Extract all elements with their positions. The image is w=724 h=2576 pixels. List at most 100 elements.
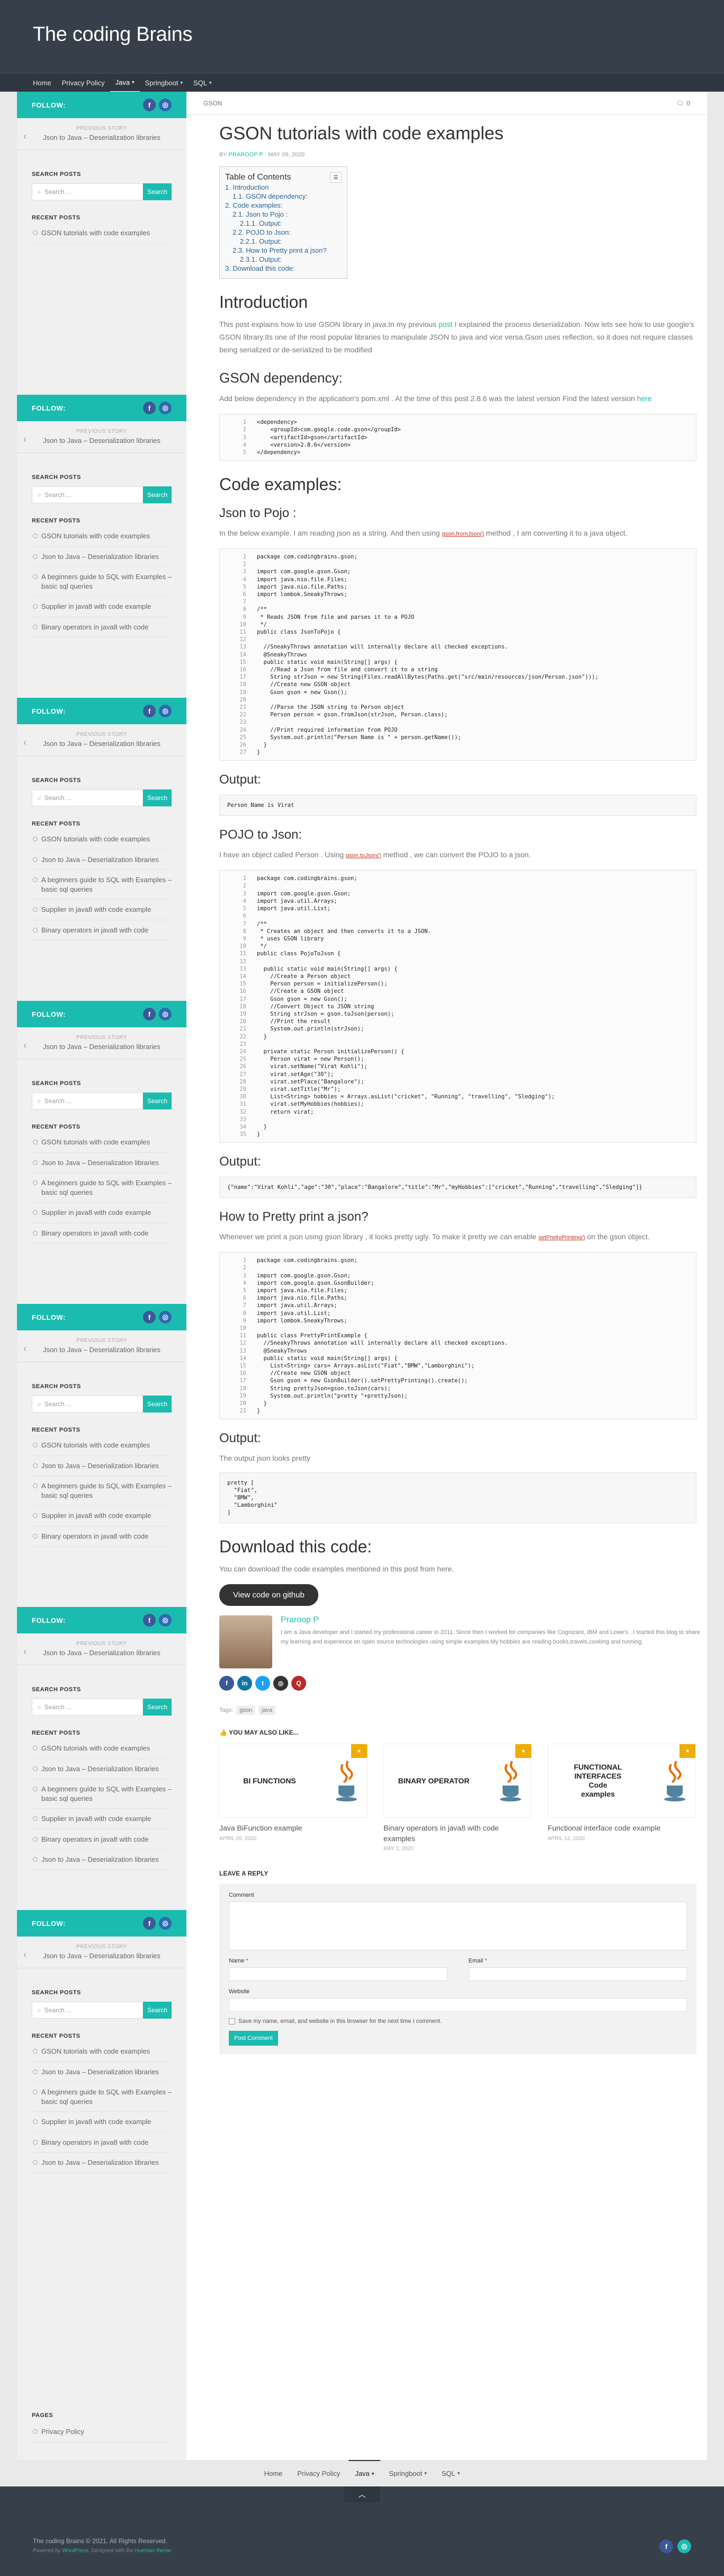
toc-item[interactable]: 2.1.1. Output: <box>225 219 342 228</box>
previous-story-title[interactable]: Json to Java – Deserialization libraries <box>38 1952 165 1960</box>
list-item[interactable]: Json to Java – Deserialization libraries <box>32 2153 172 2173</box>
list-item[interactable]: Binary operators in java8 with code <box>32 1223 172 1244</box>
list-item[interactable]: Binary operators in java8 with code <box>32 1526 172 1547</box>
nav-home[interactable]: Home <box>28 79 57 87</box>
search-input[interactable]: ⌕ Search ... <box>32 789 143 806</box>
list-item[interactable]: Binary operators in java8 with code <box>32 1829 172 1850</box>
github-icon[interactable]: ◎ <box>677 2539 691 2553</box>
site-title[interactable]: The coding Brains <box>33 23 192 46</box>
list-item[interactable]: A beginners guide to SQL with Examples –… <box>32 567 172 597</box>
name-field[interactable] <box>229 1967 448 1982</box>
save-info-checkbox[interactable] <box>229 2018 235 2025</box>
toc-item[interactable]: 2.3.1. Output: <box>225 255 342 264</box>
setprettyprinting-link[interactable]: setPrettyPrinting() <box>539 1234 585 1241</box>
search-button[interactable]: Search <box>143 2002 172 2019</box>
list-item[interactable]: Binary operators in java8 with code <box>32 2133 172 2153</box>
list-item[interactable]: A beginners guide to SQL with Examples –… <box>32 1173 172 1203</box>
related-title[interactable]: Functional interface code example <box>548 1823 696 1834</box>
previous-story-title[interactable]: Json to Java – Deserialization libraries <box>38 740 165 748</box>
list-item[interactable]: Supplier in java8 with code example <box>32 1506 172 1526</box>
toc-item[interactable]: 1.1. GSON dependency: <box>225 192 342 201</box>
previous-story[interactable]: ‹ PREVIOUS STORY Json to Java – Deserializ… <box>17 118 186 150</box>
hueman-theme-link[interactable]: Hueman theme <box>135 2548 171 2554</box>
toc-item[interactable]: 2.2.1. Output: <box>225 237 342 246</box>
toc-toggle-icon[interactable]: ☰ <box>330 172 342 183</box>
previous-story-title[interactable]: Json to Java – Deserialization libraries <box>38 1043 165 1051</box>
list-item[interactable]: Json to Java – Deserialization libraries <box>32 1759 172 1780</box>
view-on-github-button[interactable]: View code on github <box>219 1584 318 1606</box>
author-name-link[interactable]: Praroop P <box>281 1615 319 1624</box>
toc-item[interactable]: 2.1. Json to Pojo : <box>225 210 342 219</box>
facebook-icon[interactable]: f <box>143 1008 156 1020</box>
search-input[interactable]: ⌕ Search ... <box>32 1699 143 1716</box>
previous-story[interactable]: ‹ PREVIOUS STORY Json to Java – Deserializ… <box>17 421 186 453</box>
list-item[interactable]: Supplier in java8 with code example <box>32 1203 172 1223</box>
tag-link[interactable]: gson <box>236 1706 256 1716</box>
facebook-icon[interactable]: f <box>143 1917 156 1930</box>
footer-nav-privacy-policy[interactable]: Privacy Policy <box>291 2470 346 2477</box>
facebook-icon[interactable]: f <box>143 402 156 414</box>
toc-item[interactable]: 3. Download this code: <box>225 264 342 273</box>
search-input[interactable]: ⌕ Search ... <box>32 2002 143 2019</box>
footer-nav-home[interactable]: Home <box>258 2470 289 2477</box>
list-item[interactable]: Binary operators in java8 with code <box>32 617 172 638</box>
previous-story[interactable]: ‹ PREVIOUS STORY Json to Java – Deserializ… <box>17 1330 186 1362</box>
footer-nav-springboot[interactable]: Springboot ▾ <box>382 2470 433 2477</box>
related-thumbnail[interactable]: BINARY OPERATOR ★ <box>383 1744 532 1818</box>
list-item[interactable]: GSON tutorials with code examples <box>32 1435 172 1456</box>
previous-story-title[interactable]: Json to Java – Deserialization libraries <box>38 1346 165 1354</box>
github-icon[interactable]: ◎ <box>159 402 172 414</box>
toc-item[interactable]: 1. Introduction <box>225 183 342 192</box>
related-thumbnail[interactable]: BI FUNCTIONS ★ <box>219 1744 368 1818</box>
github-icon[interactable]: ◎ <box>159 1614 172 1627</box>
toc-item[interactable]: 2.3. How to Pretty print a json? <box>225 246 342 255</box>
wordpress-link[interactable]: WordPress <box>62 2548 88 2554</box>
latest-version-link[interactable]: here <box>637 394 652 403</box>
list-item[interactable]: Json to Java – Deserialization libraries <box>32 2062 172 2083</box>
nav-sql[interactable]: SQL ▾ <box>188 79 217 87</box>
toc-item[interactable]: 2.2. POJO to Json: <box>225 228 342 237</box>
facebook-icon[interactable]: f <box>659 2539 673 2553</box>
list-item[interactable]: A beginners guide to SQL with Examples –… <box>32 870 172 900</box>
list-item[interactable]: Binary operators in java8 with code <box>32 920 172 941</box>
search-button[interactable]: Search <box>143 789 172 806</box>
github-icon[interactable]: ◎ <box>159 1311 172 1323</box>
toc-item[interactable]: 2. Code examples: <box>225 201 342 210</box>
facebook-icon[interactable]: f <box>219 1676 234 1691</box>
nav-java[interactable]: Java ▾ <box>110 74 140 92</box>
github-icon[interactable]: ◎ <box>159 99 172 111</box>
list-item[interactable]: GSON tutorials with code examples <box>32 1132 172 1153</box>
fromjson-link[interactable]: gson.fromJson() <box>442 531 484 537</box>
github-icon[interactable]: ◎ <box>159 1917 172 1930</box>
email-field[interactable] <box>468 1967 687 1982</box>
list-item[interactable]: Supplier in java8 with code example <box>32 1809 172 1829</box>
list-item[interactable]: A beginners guide to SQL with Examples –… <box>32 1476 172 1506</box>
quora-icon[interactable]: Q <box>291 1676 306 1691</box>
related-title[interactable]: Binary operators in java8 with code exam… <box>383 1823 532 1844</box>
previous-story[interactable]: ‹ PREVIOUS STORY Json to Java – Deserializ… <box>17 1633 186 1665</box>
list-item[interactable]: A beginners guide to SQL with Examples –… <box>32 2082 172 2112</box>
list-item[interactable]: Privacy Policy <box>32 2422 172 2442</box>
related-post[interactable]: FUNCTIONAL INTERFACES Code examples ★ Fu… <box>548 1744 696 1852</box>
previous-post-link[interactable]: post <box>439 320 452 328</box>
related-thumbnail[interactable]: FUNCTIONAL INTERFACES Code examples ★ <box>548 1744 696 1818</box>
related-title[interactable]: Java BiFunction example <box>219 1823 368 1834</box>
comments-count[interactable]: 🗨 0 <box>676 100 690 107</box>
back-to-top-icon[interactable]: ︿ <box>344 2486 380 2502</box>
list-item[interactable]: GSON tutorials with code examples <box>32 223 172 244</box>
search-button[interactable]: Search <box>143 1092 172 1109</box>
search-input[interactable]: ⌕ Search ... <box>32 1396 143 1413</box>
footer-nav-sql[interactable]: SQL ▾ <box>435 2470 467 2477</box>
post-author-link[interactable]: PRAROOP P <box>229 152 263 158</box>
related-post[interactable]: BI FUNCTIONS ★ Java BiFunction example A… <box>219 1744 368 1852</box>
website-field[interactable] <box>229 1998 687 2012</box>
search-button[interactable]: Search <box>143 183 172 200</box>
nav-springboot[interactable]: Springboot ▾ <box>140 79 188 87</box>
list-item[interactable]: Supplier in java8 with code example <box>32 597 172 617</box>
github-icon[interactable]: ◎ <box>159 705 172 717</box>
list-item[interactable]: GSON tutorials with code examples <box>32 526 172 547</box>
list-item[interactable]: Supplier in java8 with code example <box>32 900 172 920</box>
list-item[interactable]: GSON tutorials with code examples <box>32 1738 172 1759</box>
facebook-icon[interactable]: f <box>143 1614 156 1627</box>
search-input[interactable]: ⌕ Search ... <box>32 486 143 503</box>
